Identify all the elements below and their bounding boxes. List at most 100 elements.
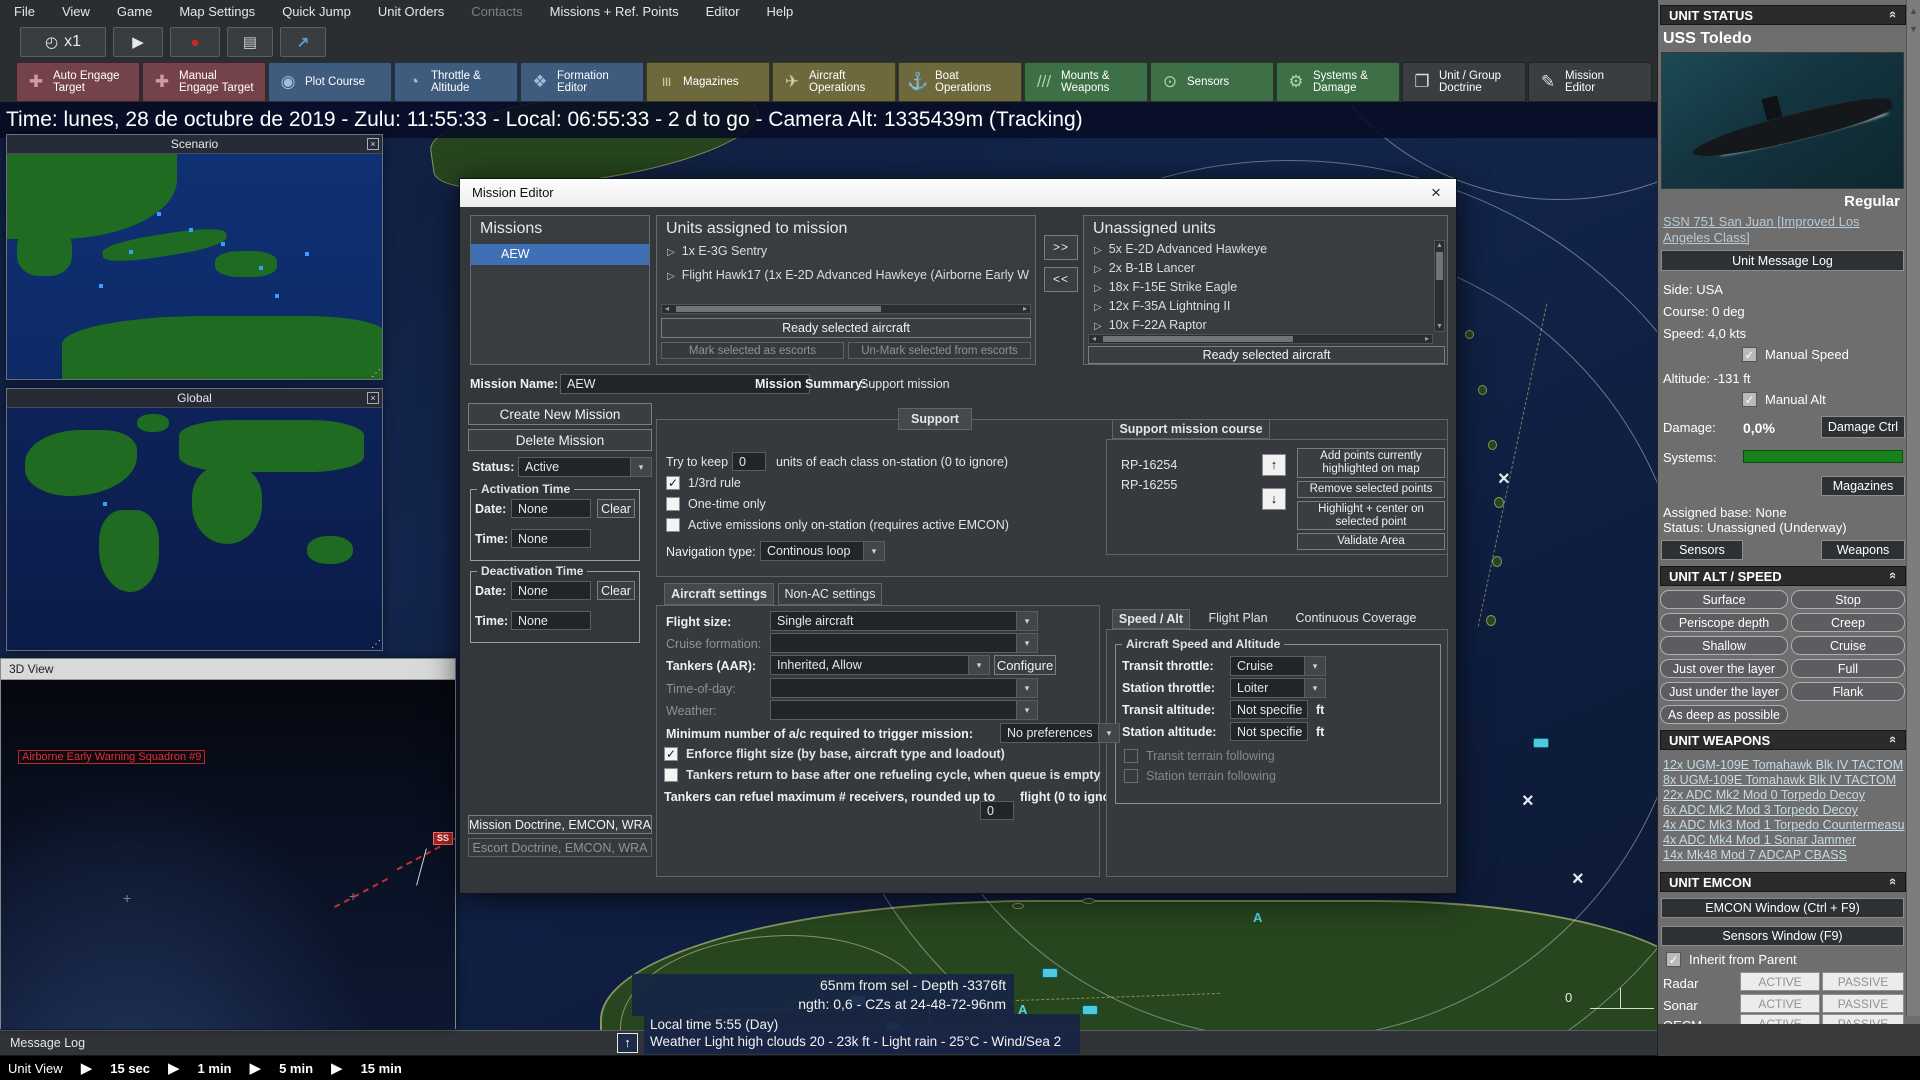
unassigned-item[interactable]: ▷5x E-2D Advanced Hawkeye [1094,242,1424,256]
weapon-link[interactable]: 6x ADC Mk2 Mod 3 Torpedo Decoy [1663,803,1905,817]
speed-stop-button[interactable]: Stop [1791,590,1905,609]
scroll-down-icon[interactable]: ▼ [1907,24,1920,34]
collapse-chevron-icon[interactable]: « [1886,878,1901,885]
weapons-button[interactable]: Weapons [1821,540,1905,560]
unit-class-link[interactable]: SSN 751 San Juan [Improved Los Angeles C… [1663,214,1903,246]
transit-throttle-select[interactable]: Cruise ▾ [1230,656,1326,676]
ready-selected-aircraft-button[interactable]: Ready selected aircraft [1088,346,1445,364]
scenario-title-bar[interactable]: Scenario × [7,135,382,154]
weapon-link[interactable]: 14x Mk48 Mod 7 ADCAP CBASS [1663,848,1905,862]
unassigned-item[interactable]: ▷2x B-1B Lancer [1094,261,1424,275]
scroll-right-icon[interactable]: ▸ [1425,334,1429,344]
unit-message-log-button[interactable]: Unit Message Log [1661,250,1904,271]
tankers-return-checkbox[interactable]: ✓ [664,768,678,782]
interval-15sec[interactable]: 15 sec [110,1061,150,1076]
close-icon[interactable]: × [367,392,379,404]
toolbar-manual-engage-target[interactable]: ✚ Manual Engage Target [142,62,266,102]
expand-icon[interactable]: ▷ [1094,264,1102,275]
global-window[interactable]: Global × ⋰ [6,388,383,651]
view3d-title-bar[interactable]: 3D View [1,659,455,680]
view3d-window[interactable]: 3D View Airborne Early Warning Squadron … [0,658,456,1029]
view3d-scene[interactable]: Airborne Early Warning Squadron #9 + + S… [1,680,455,1029]
scrollbar-thumb[interactable] [1436,252,1443,280]
unit-status-header[interactable]: UNIT STATUS « [1660,5,1906,25]
toolbar-mission-editor[interactable]: ✎ Mission Editor [1528,62,1652,102]
try-keep-input[interactable]: 0 [732,452,766,471]
assign-units-button[interactable]: >> [1044,235,1078,260]
speed-alt-tab[interactable]: Speed / Alt [1112,609,1190,629]
station-altitude-input[interactable]: Not specifie [1230,722,1308,741]
move-point-up-button[interactable]: ↑ [1262,454,1286,476]
record-button[interactable]: ● [170,27,220,57]
depth-surface-button[interactable]: Surface [1660,590,1788,609]
expand-icon[interactable]: ▷ [1094,283,1102,294]
damage-ctrl-button[interactable]: Damage Ctrl [1821,416,1905,438]
depth-over-layer-button[interactable]: Just over the layer [1660,659,1788,678]
assigned-item[interactable]: ▷1x E-3G Sentry [667,244,1029,258]
expand-icon[interactable]: ▷ [667,271,675,282]
status-select[interactable]: Active ▾ [518,457,652,477]
transit-altitude-input[interactable]: Not specifie [1230,700,1308,719]
unassigned-item[interactable]: ▷10x F-22A Raptor [1094,318,1424,331]
emcon-window-button[interactable]: EMCON Window (Ctrl + F9) [1661,898,1904,918]
speed-creep-button[interactable]: Creep [1791,613,1905,632]
interval-15min[interactable]: 15 min [361,1061,402,1076]
depth-deep-button[interactable]: As deep as possible [1660,705,1788,724]
unassigned-item[interactable]: ▷12x F-35A Lightning II [1094,299,1424,313]
add-points-button[interactable]: Add points currently highlighted on map [1297,448,1445,478]
sensors-button[interactable]: Sensors [1661,540,1743,560]
weapon-link[interactable]: 22x ADC Mk2 Mod 0 Torpedo Decoy [1663,788,1905,802]
menu-unit-orders[interactable]: Unit Orders [378,4,444,19]
weapon-link[interactable]: 8x UGM-109E Tomahawk Blk IV TACTOM [1663,773,1905,787]
collapse-chevron-icon[interactable]: « [1886,11,1901,18]
scroll-left-icon[interactable]: ◂ [665,304,669,314]
sonar-passive-button[interactable]: PASSIVE [1822,994,1904,1013]
activation-time-input[interactable]: None [511,529,591,548]
play-button[interactable]: ▶ [113,27,163,57]
scroll-left-icon[interactable]: ◂ [1092,334,1096,344]
toolbar-aircraft-operations[interactable]: ✈ Aircraft Operations [772,62,896,102]
close-icon[interactable]: × [367,138,379,150]
toolbar-auto-engage-target[interactable]: ✚ Auto Engage Target [16,62,140,102]
toolbar-systems-damage[interactable]: ⚙ Systems & Damage [1276,62,1400,102]
highlight-center-button[interactable]: Highlight + center on selected point [1297,501,1445,530]
unassign-units-button[interactable]: << [1044,267,1078,292]
menu-help[interactable]: Help [767,4,794,19]
weapon-link[interactable]: 4x ADC Mk3 Mod 1 Torpedo Countermeasu [1663,818,1905,832]
delete-mission-button[interactable]: Delete Mission [468,429,652,451]
scenario-map[interactable]: ⋰ [7,154,382,379]
create-new-mission-button[interactable]: Create New Mission [468,403,652,425]
one-third-rule-checkbox[interactable]: ✓ [666,476,680,490]
resize-grip-icon[interactable]: ⋰ [371,639,381,650]
toolbar-unit-group-doctrine[interactable]: ❐ Unit / Group Doctrine [1402,62,1526,102]
manual-speed-checkbox[interactable]: ✓ [1742,347,1757,362]
collapse-chevron-icon[interactable]: « [1886,572,1901,579]
min-aircraft-select[interactable]: No preferences ▾ [1000,723,1120,743]
toolbar-boat-operations[interactable]: ⚓ Boat Operations [898,62,1022,102]
depth-shallow-button[interactable]: Shallow [1660,636,1788,655]
map-layers-button[interactable]: ▤ [227,27,273,57]
station-throttle-select[interactable]: Loiter ▾ [1230,678,1326,698]
scrollbar-thumb[interactable] [676,306,881,312]
scroll-up-icon[interactable]: ▲ [1907,6,1920,16]
menu-file[interactable]: File [14,4,35,19]
play-icon[interactable]: ▶ [168,1059,180,1077]
sidebar-scrollbar[interactable]: ▲ ▼ [1906,0,1920,1016]
unit-emcon-header[interactable]: UNIT EMCON « [1660,872,1906,892]
continuous-coverage-tab[interactable]: Continuous Coverage [1286,609,1426,629]
mark-escorts-button[interactable]: Mark selected as escorts [661,342,844,359]
escort-doctrine-button[interactable]: Escort Doctrine, EMCON, WRA [468,838,652,857]
toolbar-formation-editor[interactable]: ❖ Formation Editor [520,62,644,102]
sensors-window-button[interactable]: Sensors Window (F9) [1661,926,1904,946]
jump-to-button[interactable]: ↗ [280,27,326,57]
speed-full-button[interactable]: Full [1791,659,1905,678]
mission-doctrine-button[interactable]: Mission Doctrine, EMCON, WRA [468,815,652,834]
horizontal-scrollbar[interactable]: ◂ ▸ [661,304,1031,314]
scrollbar-thumb[interactable] [1103,336,1293,342]
unmark-escorts-button[interactable]: Un-Mark selected from escorts [848,342,1031,359]
menu-missions-ref-points[interactable]: Missions + Ref. Points [550,4,679,19]
activation-date-input[interactable]: None [511,499,591,518]
menu-map-settings[interactable]: Map Settings [179,4,255,19]
manual-alt-checkbox[interactable]: ✓ [1742,392,1757,407]
message-log-expand-button[interactable]: ↑ [617,1033,638,1053]
